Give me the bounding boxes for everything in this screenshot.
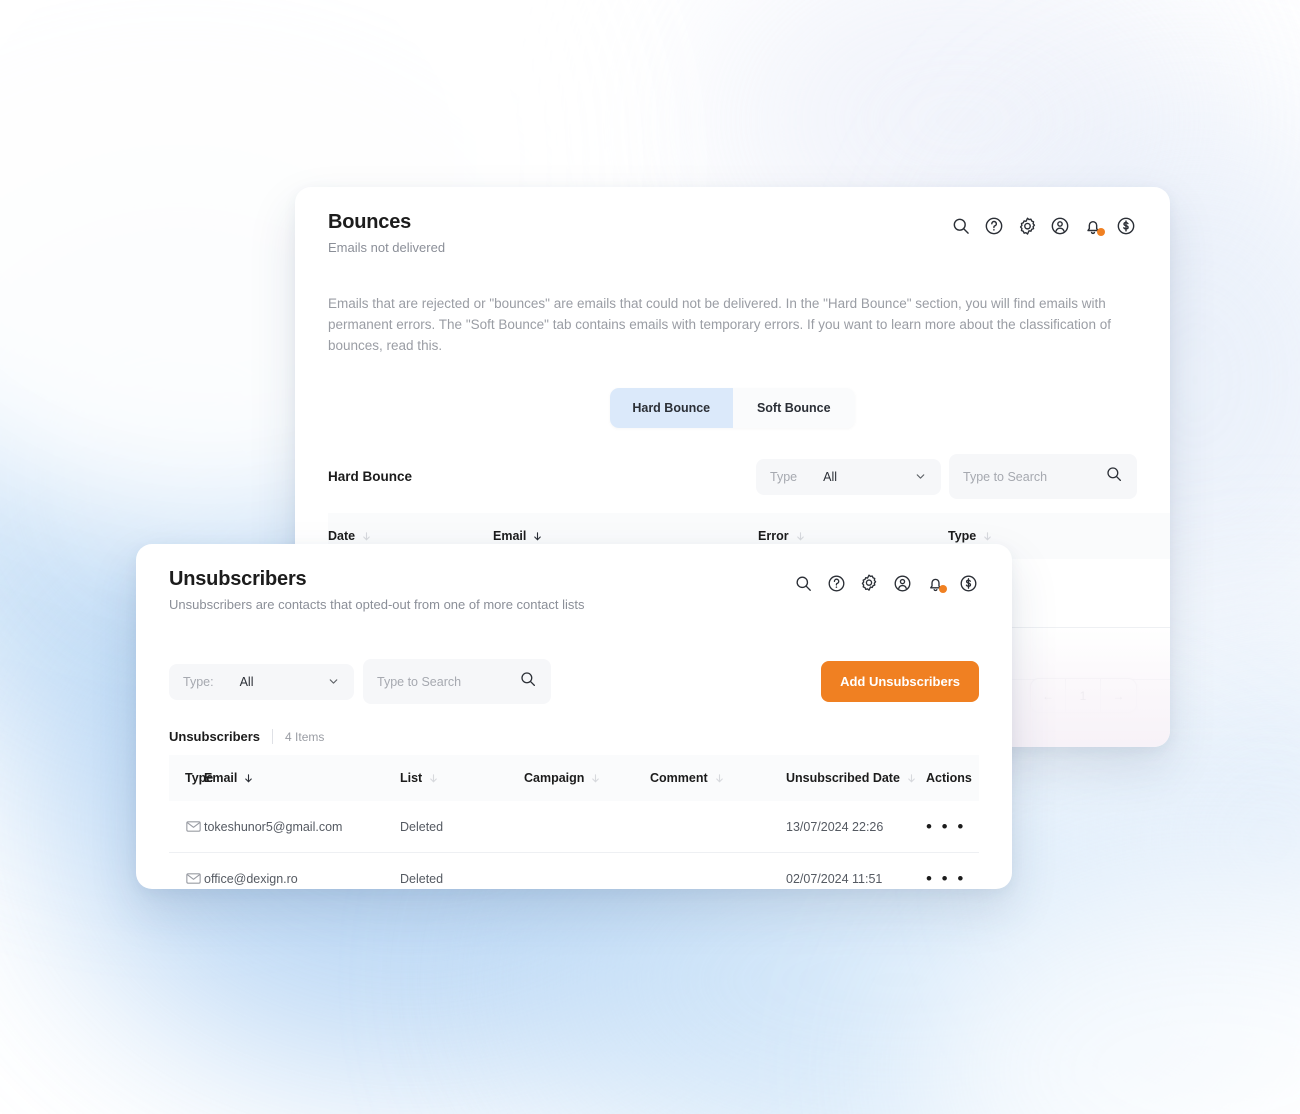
type-filter-select[interactable]: Type: All [169,663,354,700]
bounces-icon-toolbar [950,209,1137,237]
cell-comment [650,801,786,854]
cell-type [169,852,204,889]
sort-icon[interactable] [243,773,254,784]
bell-icon[interactable] [1082,215,1105,237]
column-header-type: Type [185,771,214,786]
column-header-campaign[interactable]: Campaign [524,755,650,801]
page-background: Bounces Emails not delivered Emails that… [0,0,1300,1114]
help-icon[interactable] [983,215,1005,237]
bounce-type-tabs: Hard Bounce Soft Bounce [610,388,855,429]
sort-icon[interactable] [590,773,601,784]
add-unsubscribers-button[interactable]: Add Unsubscribers [821,661,979,703]
column-header-comment[interactable]: Comment [650,755,786,801]
bounces-header-text: Bounces Emails not delivered [328,209,445,257]
table-header-row: Type Email List Campaign Comment Unsubsc… [169,755,979,802]
tab-soft-bounce[interactable]: Soft Bounce [732,388,855,429]
type-filter-label: Type [770,469,798,484]
type-filter-select[interactable]: Type All [756,458,941,495]
table-row[interactable]: office@dexign.ro Deleted 02/07/2024 11:5… [169,852,979,889]
background-blob [900,860,1300,1114]
unsubscribers-filters: Type: All [169,659,551,705]
envelope-icon [185,818,202,835]
gear-icon[interactable] [1016,215,1038,237]
unsubscribers-toolbar: Type: All A [169,659,979,705]
column-header-email[interactable]: Email [204,755,400,801]
sort-icon[interactable] [982,531,993,542]
column-header-actions: Actions [1133,513,1170,559]
help-icon[interactable] [825,572,847,594]
item-count: 4 Items [285,729,325,744]
notification-dot [939,585,947,593]
search-field[interactable] [363,659,551,705]
sort-icon[interactable] [532,531,543,542]
cell-campaign [524,801,650,854]
search-input[interactable] [963,469,1093,484]
pagination-prev[interactable]: ← [1031,679,1066,712]
gear-icon[interactable] [858,572,880,594]
search-icon[interactable] [519,670,537,693]
cell-comment [650,852,786,889]
cell-email: office@dexign.ro [204,852,400,889]
bounces-filters: Type All [756,454,1137,500]
cell-email: tokeshunor5@gmail.com [204,801,400,854]
type-filter-value: All [823,469,838,484]
pagination-next[interactable]: → [1101,679,1136,712]
envelope-icon [185,870,202,887]
type-filter-label: Type: [183,674,214,689]
section-title: Hard Bounce [328,469,413,485]
pagination: ← 1 → [1030,678,1137,713]
bell-icon[interactable] [924,572,947,594]
cell-campaign [524,852,650,889]
page-subtitle: Unsubscribers are contacts that opted-ou… [169,597,585,612]
unsubscribers-icon-toolbar [792,566,979,594]
search-input[interactable] [377,674,507,689]
search-icon[interactable] [950,215,972,237]
cell-list: Deleted [400,801,524,854]
notification-dot [1097,228,1105,236]
cell-list: Deleted [400,852,524,889]
unsubscribers-card: Unsubscribers Unsubscribers are contacts… [136,544,1012,889]
type-filter-value: All [239,674,254,689]
bounces-description: Emails that are rejected or "bounces" ar… [328,296,1111,354]
section-title: Unsubscribers [169,729,261,745]
sort-icon[interactable] [361,531,372,542]
sort-icon[interactable] [714,773,725,784]
bounces-header: Bounces Emails not delivered [328,187,1137,257]
chevron-down-icon [914,470,927,483]
billing-icon[interactable] [1115,215,1137,237]
sort-icon[interactable] [906,773,917,784]
row-actions-menu[interactable]: • • • [926,869,966,888]
page-title: Unsubscribers [169,568,307,590]
bounces-toolbar: Hard Bounce Type All [328,454,1137,500]
chevron-down-icon [327,675,340,688]
column-header-list[interactable]: List [400,755,524,801]
page-title: Bounces [328,211,412,233]
unsubscribers-table: Type Email List Campaign Comment Unsubsc… [169,755,979,889]
divider [272,729,274,745]
account-icon[interactable] [1049,215,1071,237]
cell-unsubscribed-date: 02/07/2024 11:51 [786,852,926,889]
sort-icon[interactable] [428,773,439,784]
account-icon[interactable] [891,572,913,594]
cell-unsubscribed-date: 13/07/2024 22:26 [786,801,926,854]
column-header-unsubscribed-date[interactable]: Unsubscribed Date [786,755,926,801]
search-icon[interactable] [1105,465,1123,488]
unsubscribers-count: Unsubscribers 4 Items [169,729,979,745]
search-icon[interactable] [792,572,814,594]
unsubscribers-header: Unsubscribers Unsubscribers are contacts… [169,544,979,614]
column-header-actions: Actions [926,771,972,786]
page-subtitle: Emails not delivered [328,240,446,255]
unsubscribers-header-text: Unsubscribers Unsubscribers are contacts… [169,566,584,614]
search-field[interactable] [949,454,1137,500]
sort-icon[interactable] [795,531,806,542]
pagination-page-1[interactable]: 1 [1066,679,1101,712]
table-row[interactable]: tokeshunor5@gmail.com Deleted 13/07/2024… [169,801,979,854]
cell-type [169,801,204,854]
row-actions-menu[interactable]: • • • [926,817,966,836]
billing-icon[interactable] [957,572,979,594]
tab-hard-bounce[interactable]: Hard Bounce [610,388,733,429]
